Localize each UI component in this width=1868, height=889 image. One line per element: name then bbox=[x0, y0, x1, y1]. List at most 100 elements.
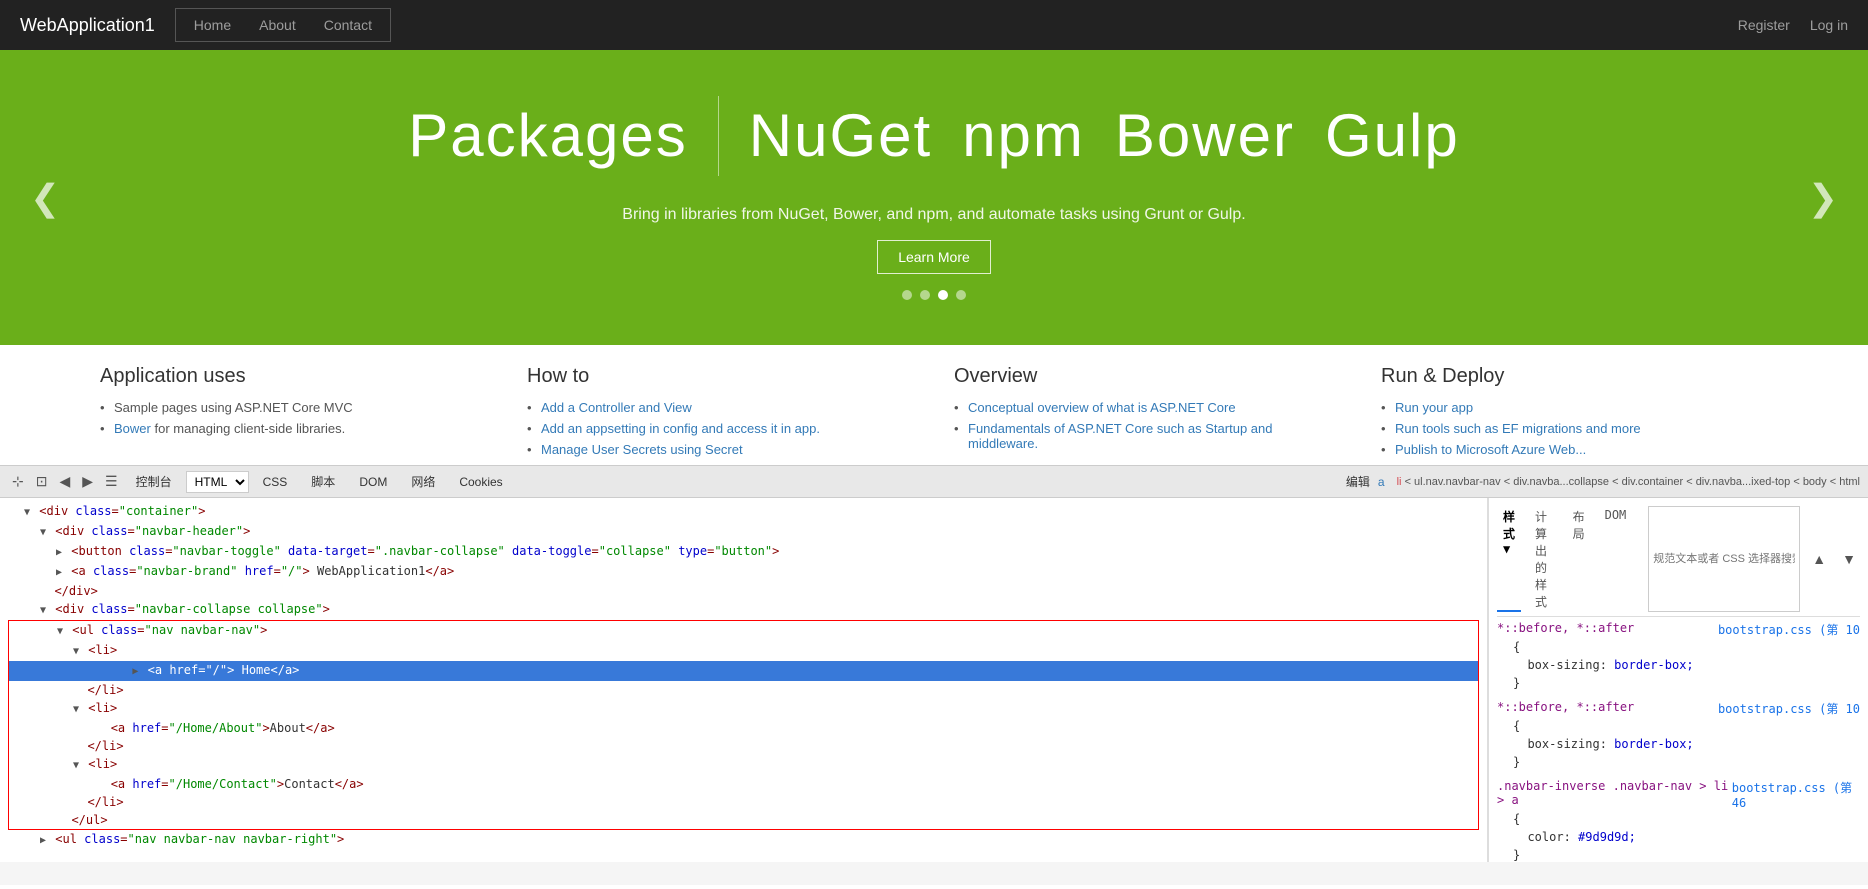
style-tab-computed[interactable]: 计算出的样式 bbox=[1529, 506, 1559, 612]
devtools-cursor-icon[interactable]: ⊹ bbox=[8, 471, 28, 492]
devtools-tab-network[interactable]: 网络 bbox=[401, 469, 445, 494]
devtools-tab-cookies[interactable]: Cookies bbox=[449, 471, 512, 493]
style-line: { bbox=[1497, 638, 1860, 656]
collapse-triangle[interactable]: ▼ bbox=[57, 626, 63, 637]
style-source[interactable]: bootstrap.css (第 10 bbox=[1718, 621, 1860, 638]
dom-line-selected: ▶ <a href="/"> Home</a> bbox=[9, 661, 1478, 681]
content-sections: Application uses Sample pages using ASP.… bbox=[0, 345, 1868, 465]
nav-link-about[interactable]: About bbox=[245, 11, 310, 39]
learn-more-button[interactable]: Learn More bbox=[877, 240, 991, 274]
dom-tag: <div bbox=[39, 504, 75, 518]
carousel-indicators bbox=[408, 290, 1459, 300]
devtools-forward-icon[interactable]: ▶ bbox=[78, 471, 97, 492]
collapse-triangle[interactable]: ▼ bbox=[73, 646, 79, 657]
carousel-title-nuget: NuGet bbox=[749, 101, 932, 170]
devtools-tab-css[interactable]: CSS bbox=[253, 471, 298, 493]
navbar-brand[interactable]: WebApplication1 bbox=[20, 15, 155, 36]
indicator-2[interactable] bbox=[938, 290, 948, 300]
style-collapse-icon[interactable]: ▼ bbox=[1838, 506, 1860, 612]
dom-line: </li> bbox=[9, 681, 1478, 699]
devtools-tab-html-select[interactable]: HTML bbox=[186, 471, 249, 493]
collapse-triangle[interactable]: ▼ bbox=[40, 527, 46, 538]
section-title-how-to: How to bbox=[527, 365, 914, 388]
collapse-triangle[interactable]: ▼ bbox=[24, 507, 30, 518]
style-tab-dom[interactable]: DOM bbox=[1599, 506, 1633, 612]
collapse-triangle[interactable]: ▼ bbox=[73, 760, 79, 771]
style-source[interactable]: bootstrap.css (第 46 bbox=[1732, 779, 1860, 810]
run-app-link[interactable]: Run your app bbox=[1395, 400, 1473, 415]
conceptual-overview-link[interactable]: Conceptual overview of what is ASP.NET C… bbox=[968, 400, 1236, 415]
dom-line: ▶ <button class="navbar-toggle" data-tar… bbox=[8, 542, 1479, 562]
dom-panel: ▼ <div class="container"> ▼ <div class="… bbox=[0, 498, 1488, 862]
carousel-title-packages: Packages bbox=[408, 101, 688, 170]
devtools-back-icon[interactable]: ◀ bbox=[55, 471, 74, 492]
section-run-deploy: Run & Deploy Run your app Run tools such… bbox=[1381, 365, 1768, 445]
style-expand-icon[interactable]: ▲ bbox=[1808, 506, 1830, 612]
collapse-triangle[interactable]: ▶ bbox=[40, 835, 46, 846]
carousel-prev-button[interactable]: ❮ bbox=[20, 167, 70, 229]
manage-secrets-link[interactable]: Manage User Secrets using Secret bbox=[541, 442, 743, 457]
collapse-triangle[interactable]: ▶ bbox=[56, 567, 62, 578]
breadcrumb-sep4: < bbox=[1686, 476, 1695, 488]
navbar-left: WebApplication1 Home About Contact bbox=[20, 8, 1738, 42]
carousel-title: Packages NuGet npm Bower Gulp bbox=[408, 96, 1459, 176]
add-appsetting-link[interactable]: Add an appsetting in config and access i… bbox=[541, 421, 820, 436]
dom-line: ▼ <div class="navbar-collapse collapse"> bbox=[8, 600, 1479, 620]
section-how-to: How to Add a Controller and View Add an … bbox=[527, 365, 914, 445]
breadcrumb-sep3: < bbox=[1612, 476, 1621, 488]
breadcrumb-sep1: < bbox=[1405, 476, 1414, 488]
publish-azure-link[interactable]: Publish to Microsoft Azure Web... bbox=[1395, 442, 1586, 457]
style-tab-layout[interactable]: 布局 bbox=[1567, 506, 1591, 612]
style-search-input[interactable] bbox=[1648, 506, 1800, 612]
add-controller-link[interactable]: Add a Controller and View bbox=[541, 400, 692, 415]
devtools-toolbar: ⊹ ⊡ ◀ ▶ ☰ 控制台 HTML CSS 脚本 DOM 网络 Cookies… bbox=[0, 466, 1868, 498]
carousel-content: Packages NuGet npm Bower Gulp Bring in l… bbox=[408, 96, 1459, 300]
style-tab-styles[interactable]: 样式 ▼ bbox=[1497, 506, 1521, 612]
dom-line: ▼ <div class="container"> bbox=[8, 502, 1479, 522]
style-rule-1: *::before, *::after bootstrap.css (第 10 … bbox=[1497, 621, 1860, 692]
dom-line: ▶ <ul class="nav navbar-nav navbar-right… bbox=[8, 830, 1479, 850]
navbar: WebApplication1 Home About Contact Regis… bbox=[0, 0, 1868, 50]
run-tools-link[interactable]: Run tools such as EF migrations and more bbox=[1395, 421, 1641, 436]
list-item: Add an appsetting in config and access i… bbox=[527, 421, 914, 436]
devtools-list-icon[interactable]: ☰ bbox=[101, 471, 122, 492]
indicator-1[interactable] bbox=[920, 290, 930, 300]
devtools-edit-link[interactable]: a bbox=[1378, 475, 1385, 489]
section-list-how-to: Add a Controller and View Add an appsett… bbox=[527, 400, 914, 457]
breadcrumb-div2: div.container bbox=[1622, 476, 1684, 488]
nav-link-home[interactable]: Home bbox=[180, 11, 245, 39]
list-item: Add a Controller and View bbox=[527, 400, 914, 415]
devtools-tab-dom[interactable]: DOM bbox=[349, 471, 397, 493]
dom-attr: class bbox=[75, 504, 111, 518]
style-panel-header: 样式 ▼ 计算出的样式 布局 DOM ▲ ▼ bbox=[1497, 502, 1860, 617]
style-line: { bbox=[1497, 717, 1860, 735]
collapse-triangle[interactable]: ▼ bbox=[40, 605, 46, 616]
collapse-triangle[interactable]: ▼ bbox=[73, 704, 79, 715]
carousel-next-button[interactable]: ❯ bbox=[1798, 167, 1848, 229]
collapse-triangle[interactable]: ▶ bbox=[56, 547, 62, 558]
dom-line: </ul> bbox=[9, 811, 1478, 829]
fundamentals-link[interactable]: Fundamentals of ASP.NET Core such as Sta… bbox=[968, 421, 1272, 451]
collapse-triangle[interactable]: ▶ bbox=[132, 666, 138, 677]
register-link[interactable]: Register bbox=[1738, 17, 1790, 33]
section-overview: Overview Conceptual overview of what is … bbox=[954, 365, 1341, 445]
style-source[interactable]: bootstrap.css (第 10 bbox=[1718, 700, 1860, 717]
style-selector: .navbar-inverse .navbar-nav > li > a bbox=[1497, 779, 1732, 810]
breadcrumb-li: li bbox=[1397, 476, 1402, 488]
carousel-title-bower: Bower bbox=[1115, 101, 1295, 170]
devtools-tab-script[interactable]: 脚本 bbox=[301, 469, 345, 494]
indicator-0[interactable] bbox=[902, 290, 912, 300]
devtools-tab-console[interactable]: 控制台 bbox=[126, 469, 182, 494]
dom-line: <a href="/Home/About">About</a> bbox=[9, 719, 1478, 737]
bower-link[interactable]: Bower bbox=[114, 421, 151, 436]
list-item: Run your app bbox=[1381, 400, 1768, 415]
nav-link-contact[interactable]: Contact bbox=[310, 11, 386, 39]
devtools-main: ▼ <div class="container"> ▼ <div class="… bbox=[0, 498, 1868, 862]
login-link[interactable]: Log in bbox=[1810, 17, 1848, 33]
section-application-uses: Application uses Sample pages using ASP.… bbox=[100, 365, 487, 445]
devtools-panel: ⊹ ⊡ ◀ ▶ ☰ 控制台 HTML CSS 脚本 DOM 网络 Cookies… bbox=[0, 465, 1868, 885]
devtools-inspect-icon[interactable]: ⊡ bbox=[32, 471, 52, 492]
indicator-3[interactable] bbox=[956, 290, 966, 300]
breadcrumb-sep5: < bbox=[1793, 476, 1802, 488]
carousel-description: Bring in libraries from NuGet, Bower, an… bbox=[408, 206, 1459, 224]
